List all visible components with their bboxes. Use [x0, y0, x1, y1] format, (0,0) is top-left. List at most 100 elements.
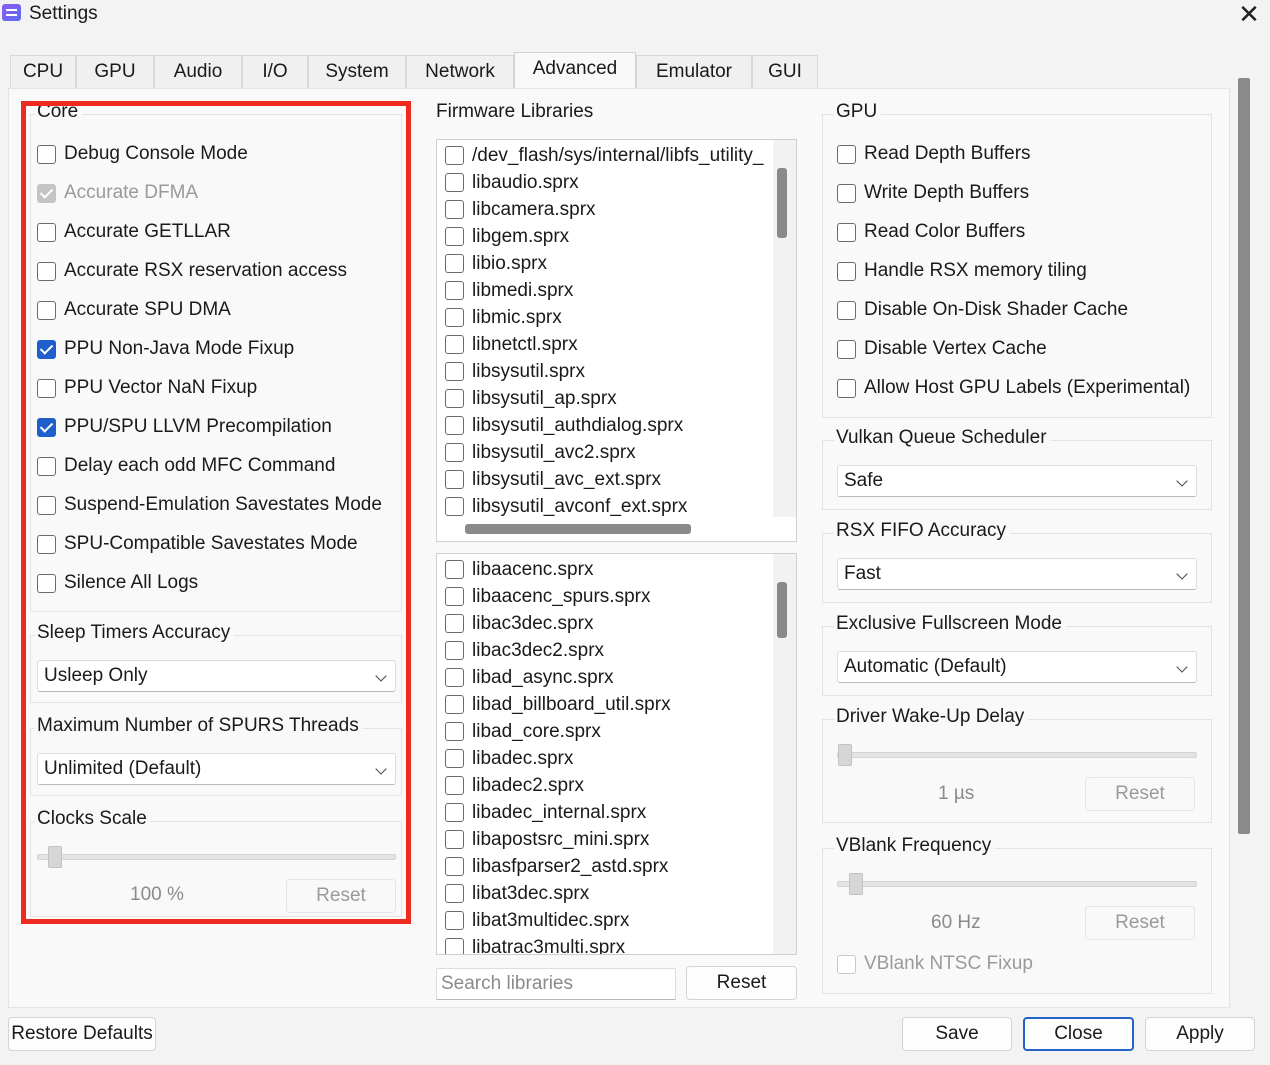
page-scrollbar-thumb[interactable] — [1238, 78, 1250, 834]
lib-checkbox[interactable] — [445, 443, 464, 462]
lib-checkbox[interactable] — [445, 668, 464, 687]
lib-item[interactable]: libad_billboard_util.sprx — [445, 691, 671, 718]
wakeup-slider-handle[interactable] — [838, 744, 852, 766]
wakeup-slider-track[interactable] — [837, 752, 1197, 758]
lib-checkbox[interactable] — [445, 335, 464, 354]
lib-checkbox[interactable] — [445, 911, 464, 930]
close-window-icon[interactable]: ✕ — [1236, 0, 1262, 28]
tab-cpu[interactable]: CPU — [10, 55, 76, 89]
lib-checkbox[interactable] — [445, 938, 464, 954]
rsx-memory-tiling-checkbox[interactable] — [837, 261, 856, 281]
lib-checkbox[interactable] — [445, 803, 464, 822]
lib-checkbox[interactable] — [445, 200, 464, 219]
lib-checkbox[interactable] — [445, 857, 464, 876]
lib-item[interactable]: libapostsrc_mini.sprx — [445, 826, 649, 853]
lib-item[interactable]: libac3dec2.sprx — [445, 637, 604, 664]
disable-shader-cache-option[interactable]: Disable On-Disk Shader Cache — [837, 297, 1128, 323]
lib-item[interactable]: libsysutil_avc2.sprx — [445, 439, 636, 466]
list1-vscroll-thumb[interactable] — [777, 168, 787, 238]
lib-item[interactable]: libasfparser2_astd.sprx — [445, 853, 668, 880]
lib-checkbox[interactable] — [445, 641, 464, 660]
read-color-buffers-checkbox[interactable] — [837, 222, 856, 242]
lib-item[interactable]: libac3dec.sprx — [445, 610, 593, 637]
read-color-buffers-option[interactable]: Read Color Buffers — [837, 219, 1025, 245]
rsx-memory-tiling-option[interactable]: Handle RSX memory tiling — [837, 258, 1087, 284]
read-depth-buffers-option[interactable]: Read Depth Buffers — [837, 141, 1031, 167]
lib-checkbox[interactable] — [445, 830, 464, 849]
lib-checkbox[interactable] — [445, 587, 464, 606]
tab-emulator[interactable]: Emulator — [636, 55, 752, 89]
vulkan-queue-select[interactable]: Safe — [837, 465, 1197, 497]
lib-checkbox[interactable] — [445, 389, 464, 408]
read-depth-buffers-checkbox[interactable] — [837, 144, 856, 164]
tab-advanced[interactable]: Advanced — [514, 52, 636, 90]
write-depth-buffers-option[interactable]: Write Depth Buffers — [837, 180, 1029, 206]
vblank-slider-handle[interactable] — [849, 873, 863, 895]
lib-item[interactable]: libad_async.sprx — [445, 664, 614, 691]
lib-item[interactable]: libadec2.sprx — [445, 772, 584, 799]
libraries-reset-button[interactable]: Reset — [686, 966, 797, 1000]
lib-item[interactable]: libadec.sprx — [445, 745, 573, 772]
tab-network[interactable]: Network — [406, 55, 514, 89]
lib-item[interactable]: libat3multidec.sprx — [445, 907, 629, 934]
lib-item[interactable]: libsysutil_authdialog.sprx — [445, 412, 683, 439]
lib-checkbox[interactable] — [445, 308, 464, 327]
lib-checkbox[interactable] — [445, 254, 464, 273]
lib-item[interactable]: libcamera.sprx — [445, 196, 596, 223]
lib-item[interactable]: libsysutil_avconf_ext.sprx — [445, 493, 687, 520]
disable-shader-cache-checkbox[interactable] — [837, 300, 856, 320]
lib-checkbox[interactable] — [445, 497, 464, 516]
apply-button[interactable]: Apply — [1145, 1017, 1255, 1051]
lib-item[interactable]: libgem.sprx — [445, 223, 569, 250]
lib-item[interactable]: libsysutil_ap.sprx — [445, 385, 617, 412]
close-button[interactable]: Close — [1023, 1017, 1134, 1051]
lib-checkbox[interactable] — [445, 470, 464, 489]
lib-item[interactable]: libatrac3multi.sprx — [445, 934, 625, 954]
firmware-list-1[interactable]: /dev_flash/sys/internal/libfs_utility_ l… — [436, 139, 797, 542]
lib-checkbox[interactable] — [445, 173, 464, 192]
vblank-slider-track[interactable] — [837, 881, 1197, 887]
host-gpu-labels-checkbox[interactable] — [837, 378, 856, 398]
rsx-fifo-select[interactable]: Fast — [837, 558, 1197, 590]
lib-checkbox[interactable] — [445, 749, 464, 768]
tab-system[interactable]: System — [308, 55, 406, 89]
lib-item[interactable]: libsysutil.sprx — [445, 358, 585, 385]
lib-item[interactable]: libat3dec.sprx — [445, 880, 589, 907]
lib-item[interactable]: libsysutil_avc_ext.sprx — [445, 466, 661, 493]
lib-checkbox[interactable] — [445, 884, 464, 903]
tab-gui[interactable]: GUI — [752, 55, 818, 89]
lib-checkbox[interactable] — [445, 281, 464, 300]
list2-vscroll-thumb[interactable] — [777, 582, 787, 638]
wakeup-reset-button[interactable]: Reset — [1085, 777, 1195, 811]
disable-vertex-cache-checkbox[interactable] — [837, 339, 856, 359]
lib-checkbox[interactable] — [445, 560, 464, 579]
lib-item[interactable]: libaacenc.sprx — [445, 556, 593, 583]
lib-item[interactable]: /dev_flash/sys/internal/libfs_utility_ — [445, 142, 763, 169]
write-depth-buffers-checkbox[interactable] — [837, 183, 856, 203]
tab-gpu[interactable]: GPU — [76, 55, 154, 89]
tab-io[interactable]: I/O — [242, 55, 308, 89]
firmware-list-2[interactable]: libaacenc.sprx libaacenc_spurs.sprx liba… — [436, 553, 797, 955]
search-libraries-input[interactable]: Search libraries — [436, 968, 676, 1000]
host-gpu-labels-option[interactable]: Allow Host GPU Labels (Experimental) — [837, 375, 1190, 401]
lib-item[interactable]: libnetctl.sprx — [445, 331, 578, 358]
lib-checkbox[interactable] — [445, 416, 464, 435]
lib-checkbox[interactable] — [445, 146, 464, 165]
disable-vertex-cache-option[interactable]: Disable Vertex Cache — [837, 336, 1047, 362]
restore-defaults-button[interactable]: Restore Defaults — [8, 1017, 156, 1051]
tab-audio[interactable]: Audio — [154, 55, 242, 89]
lib-checkbox[interactable] — [445, 614, 464, 633]
lib-item[interactable]: libad_core.sprx — [445, 718, 601, 745]
lib-item[interactable]: libaudio.sprx — [445, 169, 579, 196]
lib-item[interactable]: libmic.sprx — [445, 304, 562, 331]
fullscreen-mode-select[interactable]: Automatic (Default) — [837, 651, 1197, 683]
lib-checkbox[interactable] — [445, 722, 464, 741]
lib-checkbox[interactable] — [445, 776, 464, 795]
lib-item[interactable]: libmedi.sprx — [445, 277, 573, 304]
lib-item[interactable]: libadec_internal.sprx — [445, 799, 646, 826]
lib-item[interactable]: libio.sprx — [445, 250, 547, 277]
lib-checkbox[interactable] — [445, 362, 464, 381]
vblank-reset-button[interactable]: Reset — [1085, 906, 1195, 940]
lib-checkbox[interactable] — [445, 227, 464, 246]
lib-item[interactable]: libaacenc_spurs.sprx — [445, 583, 650, 610]
